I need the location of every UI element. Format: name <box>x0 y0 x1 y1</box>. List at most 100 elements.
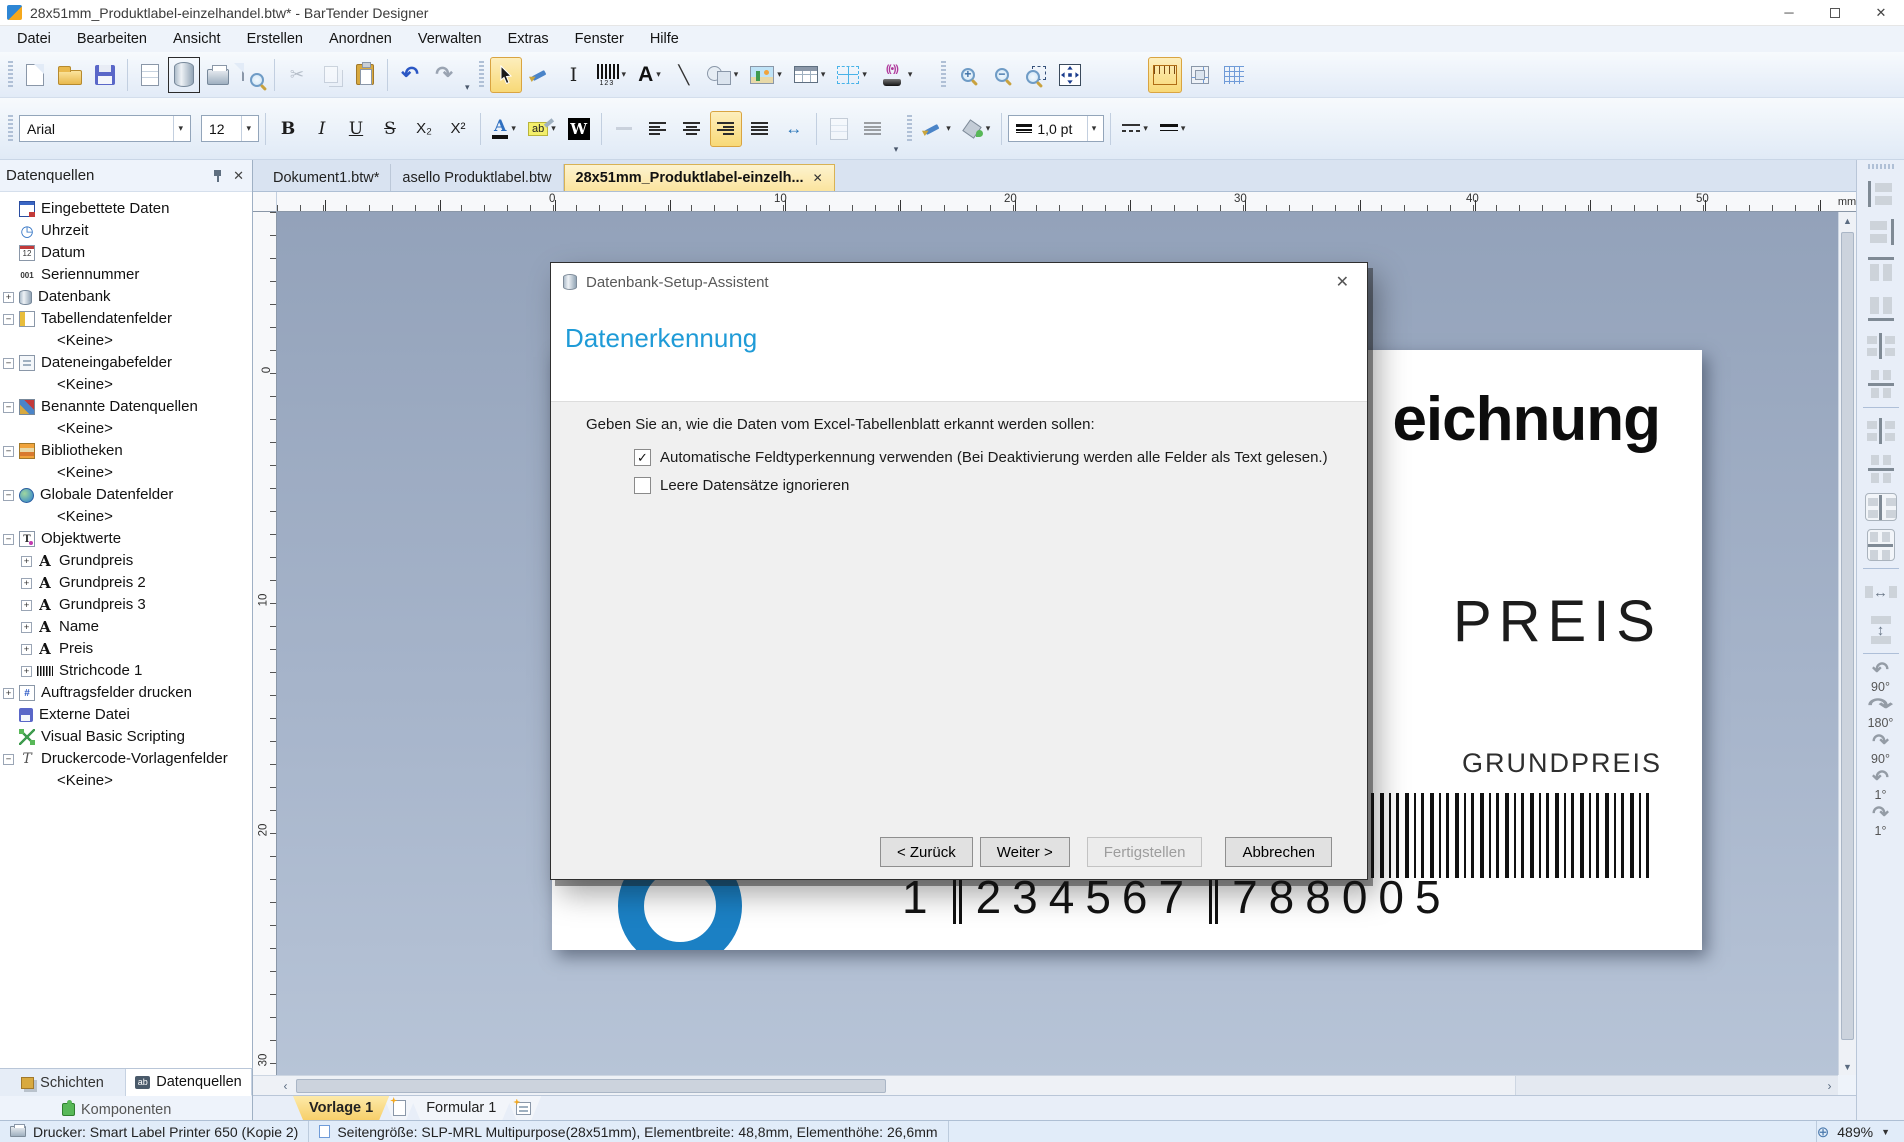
chevron-down-icon[interactable]: ▾ <box>821 69 826 80</box>
tree-item[interactable]: ◷Uhrzeit <box>0 220 252 242</box>
back-button[interactable]: < Zurück <box>880 837 973 867</box>
layout-grid-tool-button[interactable]: ▾ <box>832 57 872 93</box>
rotate-left-90-button[interactable]: ↶90° <box>1871 660 1890 694</box>
tree-item[interactable]: −Benannte Datenquellen <box>0 396 252 418</box>
next-button[interactable]: Weiter > <box>980 837 1070 867</box>
rotate-180-button[interactable]: ↷180° <box>1868 696 1894 730</box>
tree-item[interactable]: Externe Datei <box>0 704 252 726</box>
tree-item[interactable]: +Strichcode 1 <box>0 660 252 682</box>
scroll-left-icon[interactable]: ‹ <box>277 1079 294 1093</box>
chevron-down-icon[interactable]: ▾ <box>908 69 913 80</box>
line-style-button[interactable]: ▾ <box>1155 111 1191 147</box>
expand-icon[interactable]: + <box>3 688 14 699</box>
horizontal-scrollbar[interactable]: ‹ › <box>277 1075 1838 1095</box>
chevron-down-icon[interactable]: ▾ <box>173 116 183 141</box>
chevron-down-icon[interactable]: ▾ <box>241 116 251 141</box>
dialog-close-icon[interactable]: ✕ <box>1330 270 1355 294</box>
tree-item[interactable]: +AName <box>0 616 252 638</box>
strikethrough-button[interactable]: S <box>374 111 406 147</box>
paste-button[interactable] <box>349 57 381 93</box>
dialog-titlebar[interactable]: Datenbank-Setup-Assistent ✕ <box>551 263 1367 301</box>
fit-text-width-button[interactable]: ↔ <box>778 111 810 147</box>
highlight-button[interactable]: ab▾ <box>523 111 561 147</box>
rotate-left-1-button[interactable]: ↶1° <box>1872 768 1889 802</box>
align-top-edges-button[interactable] <box>1861 251 1901 289</box>
tree-item[interactable]: +Datenbank <box>0 286 252 308</box>
expand-icon[interactable]: + <box>3 292 14 303</box>
scroll-down-icon[interactable]: ▼ <box>1839 1058 1856 1075</box>
toolbar-overflow-icon[interactable]: ▾ <box>465 82 470 97</box>
menu-fenster[interactable]: Fenster <box>562 26 637 52</box>
collapse-icon[interactable]: − <box>3 314 14 325</box>
menu-extras[interactable]: Extras <box>495 26 562 52</box>
menu-ansicht[interactable]: Ansicht <box>160 26 234 52</box>
show-grid-button[interactable] <box>1218 57 1250 93</box>
center-vertically-button[interactable] <box>1861 365 1901 403</box>
zoom-control[interactable]: ⊕ 489% ▼ <box>1816 1121 1904 1142</box>
superscript-button[interactable]: X² <box>442 111 474 147</box>
center-horizontally-button[interactable] <box>1861 327 1901 365</box>
toolbar-grip[interactable] <box>907 115 912 143</box>
line-tool-button[interactable]: ╲ <box>668 57 700 93</box>
cancel-button[interactable]: Abbrechen <box>1225 837 1332 867</box>
tree-item[interactable]: −Bibliotheken <box>0 440 252 462</box>
tab-schichten[interactable]: Schichten <box>0 1069 126 1096</box>
text-cursor-tool-button[interactable]: I <box>558 57 590 93</box>
chevron-down-icon[interactable]: ▾ <box>734 69 739 80</box>
zoom-in-button[interactable] <box>952 57 984 93</box>
print-preview-button[interactable] <box>236 57 268 93</box>
collapse-icon[interactable]: − <box>3 358 14 369</box>
collapse-icon[interactable]: − <box>3 490 14 501</box>
vertical-scroll-thumb[interactable] <box>1841 232 1854 1040</box>
toolbar-overflow-icon[interactable]: ▾ <box>894 144 899 159</box>
tree-item[interactable]: +#Auftragsfelder drucken <box>0 682 252 704</box>
zoom-out-button[interactable] <box>986 57 1018 93</box>
menu-anordnen[interactable]: Anordnen <box>316 26 405 52</box>
align-center-button[interactable] <box>676 111 708 147</box>
close-button[interactable]: ✕ <box>1858 0 1904 25</box>
collapse-icon[interactable]: − <box>3 446 14 457</box>
chevron-down-icon[interactable]: ▾ <box>1087 116 1097 141</box>
italic-button[interactable]: I <box>306 111 338 147</box>
expand-icon[interactable]: + <box>21 556 32 567</box>
chevron-down-icon[interactable]: ▾ <box>862 69 867 80</box>
justify-button[interactable] <box>744 111 776 147</box>
redo-button[interactable]: ↷ <box>428 57 460 93</box>
toolbar-grip[interactable] <box>8 61 13 89</box>
barcode-tool-button[interactable]: ▾ <box>592 57 632 93</box>
font-family-select[interactable]: Arial▾ <box>19 115 191 142</box>
center-in-template-v-button[interactable] <box>1861 450 1901 488</box>
text-tool-button[interactable]: A▾ <box>633 57 666 93</box>
menu-erstellen[interactable]: Erstellen <box>234 26 316 52</box>
chevron-down-icon[interactable]: ▾ <box>656 69 661 80</box>
expand-icon[interactable]: + <box>21 666 32 677</box>
tab-datenquellen[interactable]: abDatenquellen <box>126 1069 252 1096</box>
menu-datei[interactable]: Datei <box>4 26 64 52</box>
chevron-down-icon[interactable]: ▾ <box>946 123 951 134</box>
page-setup-button[interactable] <box>134 57 166 93</box>
minimize-button[interactable]: ─ <box>1766 0 1812 25</box>
tree-item[interactable]: +AGrundpreis <box>0 550 252 572</box>
tab-komponenten[interactable]: Komponenten <box>0 1096 252 1123</box>
toolbar-grip[interactable] <box>941 61 946 89</box>
dash-style-button[interactable]: ▾ <box>1117 111 1153 147</box>
pin-icon[interactable] <box>212 169 223 182</box>
tree-item[interactable]: −TObjektwerte <box>0 528 252 550</box>
checkbox-unchecked-icon[interactable] <box>634 477 651 494</box>
subscript-button[interactable]: X₂ <box>408 111 440 147</box>
ignore-empty-records-checkbox[interactable]: Leere Datensätze ignorieren <box>634 477 1367 494</box>
menu-bearbeiten[interactable]: Bearbeiten <box>64 26 160 52</box>
tree-item[interactable]: −Dateneingabefelder <box>0 352 252 374</box>
new-document-button[interactable] <box>19 57 51 93</box>
equal-vertical-spacing-button[interactable]: ↕ <box>1861 611 1901 649</box>
zoom-selection-button[interactable] <box>1020 57 1052 93</box>
fill-color-button[interactable]: ▾ <box>958 111 996 147</box>
align-right-edges-button[interactable] <box>1861 213 1901 251</box>
tree-item[interactable]: Eingebettete Daten <box>0 198 252 220</box>
format-painter-button[interactable] <box>524 57 556 93</box>
collapse-icon[interactable]: − <box>3 534 14 545</box>
horizontal-scroll-thumb[interactable] <box>296 1079 886 1093</box>
doc-tab-28x51mm[interactable]: 28x51mm_Produktlabel-einzelh...✕ <box>564 164 835 191</box>
rotate-right-90-button[interactable]: ↷90° <box>1871 732 1890 766</box>
new-template-tab[interactable] <box>383 1096 416 1120</box>
